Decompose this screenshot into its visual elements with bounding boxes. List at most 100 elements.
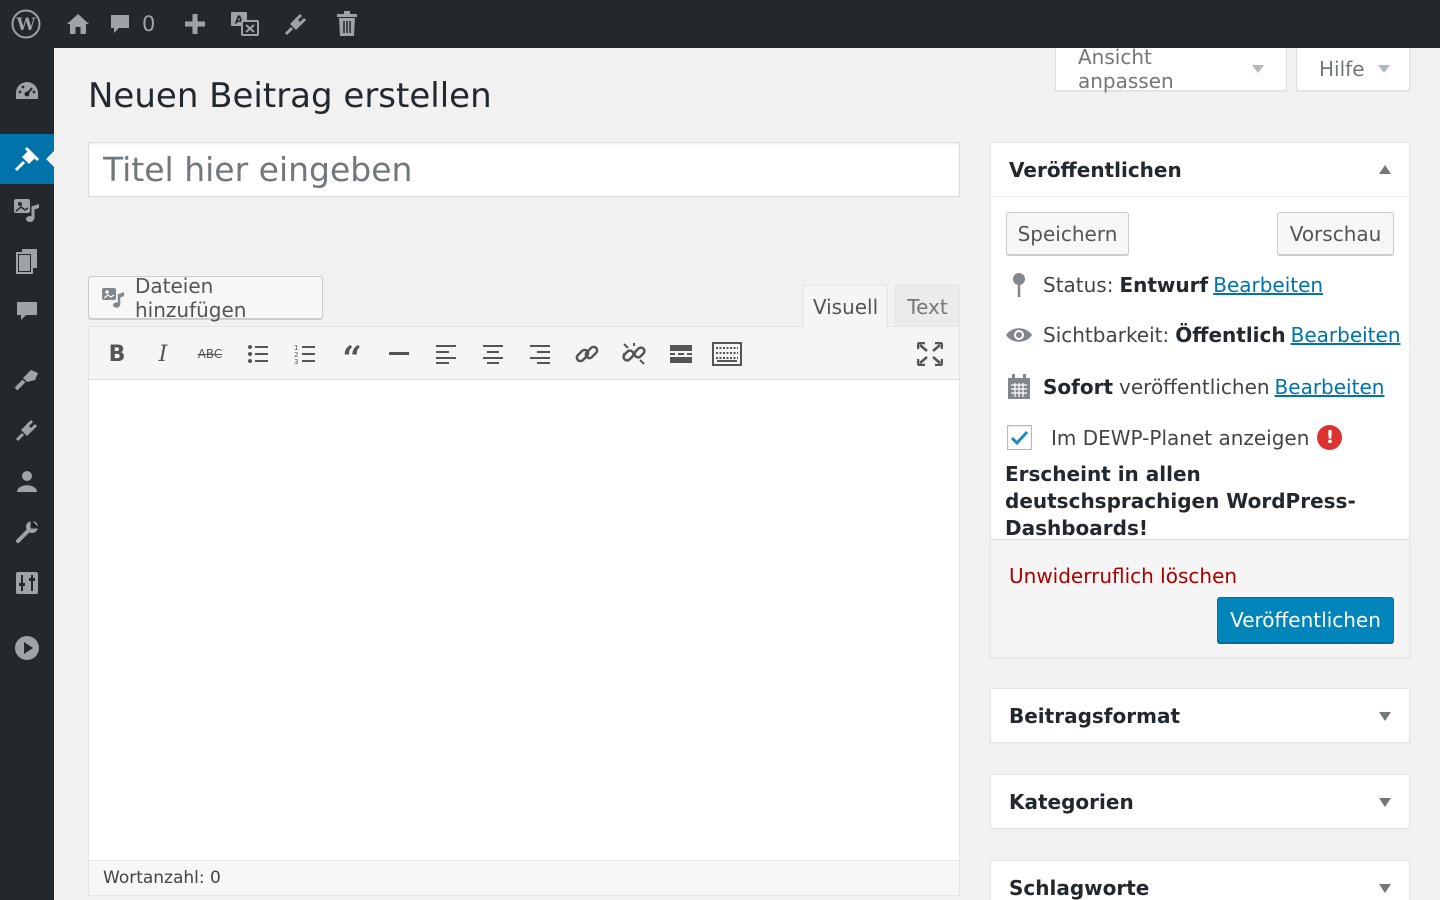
plus-icon[interactable] (180, 0, 210, 48)
chevron-up-icon (1379, 165, 1391, 174)
format-box-header[interactable]: Beitragsformat (991, 689, 1409, 743)
fullscreen-icon[interactable] (914, 338, 946, 370)
comments-icon[interactable] (0, 286, 54, 336)
pages-icon[interactable] (0, 236, 54, 286)
tab-text-label: Text (907, 294, 948, 319)
toolbar-toggle-icon[interactable] (711, 338, 743, 370)
wordpress-logo-icon[interactable]: W (4, 0, 48, 48)
publish-button[interactable]: Veröffentlichen (1217, 597, 1394, 643)
warning-icon: ! (1317, 425, 1343, 450)
home-icon[interactable] (62, 0, 94, 48)
schedule-row: Sofort veröffentlichen Bearbeiten (1005, 374, 1384, 400)
screen-options-tab[interactable]: Ansicht anpassen (1055, 45, 1287, 93)
tab-text[interactable]: Text (895, 285, 960, 327)
align-center-icon[interactable] (477, 338, 509, 370)
delete-permanently-link[interactable]: Unwiderruflich löschen (1009, 564, 1237, 588)
align-left-icon[interactable] (430, 338, 462, 370)
edit-status-link[interactable]: Bearbeiten (1213, 273, 1323, 297)
save-draft-button[interactable]: Speichern (1006, 212, 1129, 255)
add-media-button[interactable]: Dateien hinzufügen (88, 273, 323, 322)
remove-link-icon[interactable] (618, 338, 650, 370)
status-label: Status: (1043, 273, 1114, 297)
comment-count: 0 (142, 12, 156, 36)
chevron-down-icon (1252, 65, 1264, 73)
screen-options-label: Ansicht anpassen (1078, 45, 1174, 93)
admin-menu (0, 48, 54, 900)
plugins-icon[interactable] (0, 405, 54, 455)
admin-bar: W 0 A (0, 0, 1440, 48)
editor-statusbar: Wortanzahl: 0 (89, 860, 959, 895)
post-title-input[interactable] (88, 142, 960, 197)
tab-visual[interactable]: Visuell (803, 285, 888, 327)
insert-link-icon[interactable] (571, 338, 603, 370)
publish-box-header[interactable]: Veröffentlichen (991, 143, 1409, 197)
checkmark-icon (1010, 430, 1029, 445)
tags-box-title: Schlagworte (1009, 876, 1150, 900)
add-media-label: Dateien hinzufügen (135, 273, 247, 322)
blockquote-icon[interactable]: “ (336, 338, 368, 379)
edit-schedule-link[interactable]: Bearbeiten (1275, 375, 1385, 399)
horizontal-line-icon[interactable] (383, 338, 415, 370)
play-icon[interactable] (0, 623, 54, 673)
pin-icon (1005, 272, 1033, 298)
preview-button[interactable]: Vorschau (1277, 212, 1394, 255)
format-box-title: Beitragsformat (1009, 704, 1181, 728)
eye-icon (1005, 326, 1033, 344)
users-icon[interactable] (0, 456, 54, 506)
bold-icon[interactable]: B (101, 338, 133, 370)
align-right-icon[interactable] (524, 338, 556, 370)
planet-checkbox-label: Im DEWP-Planet anzeigen (1051, 425, 1310, 450)
chevron-down-icon (1379, 711, 1391, 721)
edit-visibility-link[interactable]: Bearbeiten (1291, 323, 1401, 347)
calendar-icon (1005, 374, 1033, 400)
comments-menu[interactable]: 0 (108, 0, 168, 48)
categories-box-header[interactable]: Kategorien (991, 775, 1409, 829)
chevron-down-icon (1379, 883, 1391, 893)
planet-checkbox[interactable] (1007, 425, 1032, 450)
chevron-down-icon (1379, 797, 1391, 807)
chevron-down-icon (1377, 65, 1390, 73)
tab-visual-label: Visuell (812, 294, 879, 319)
read-more-icon[interactable] (665, 338, 697, 370)
major-publishing-actions: Unwiderruflich löschen Veröffentlichen (991, 539, 1409, 657)
media-icon[interactable] (0, 186, 54, 236)
tools-icon[interactable] (0, 507, 54, 557)
svg-text:W: W (15, 15, 36, 35)
dashboard-icon[interactable] (0, 66, 54, 116)
format-box: Beitragsformat (990, 688, 1410, 743)
publish-box: Veröffentlichen Speichern Vorschau Statu… (990, 142, 1410, 658)
editor-toolbar: B I ABC 123 “ (89, 327, 959, 380)
media-icon (101, 287, 125, 309)
status-row: Status: Entwurf Bearbeiten (1005, 272, 1323, 298)
settings-icon[interactable] (0, 558, 54, 608)
schedule-strong: Sofort (1043, 375, 1114, 399)
categories-box-title: Kategorien (1009, 790, 1134, 814)
translate-icon[interactable]: A (228, 0, 262, 48)
pin-icon[interactable] (0, 134, 54, 184)
visibility-row: Sichtbarkeit: Öffentlich Bearbeiten (1005, 323, 1401, 347)
comment-icon (108, 12, 132, 36)
visibility-label: Sichtbarkeit: (1043, 323, 1170, 347)
categories-box: Kategorien (990, 774, 1410, 829)
word-count: Wortanzahl: 0 (103, 868, 221, 888)
tags-box: Schlagworte (990, 860, 1410, 900)
plugin-icon[interactable] (280, 0, 312, 48)
help-label: Hilfe (1319, 57, 1365, 81)
visibility-value: Öffentlich (1175, 323, 1286, 347)
appearance-icon[interactable] (0, 353, 54, 403)
publish-box-title: Veröffentlichen (1009, 157, 1182, 182)
svg-text:3: 3 (294, 358, 298, 365)
trash-icon[interactable] (332, 0, 362, 48)
save-draft-label: Speichern (1017, 221, 1118, 246)
strikethrough-icon[interactable]: ABC (194, 338, 226, 370)
preview-label: Vorschau (1289, 221, 1382, 246)
status-value: Entwurf (1119, 273, 1209, 297)
planet-note: Erscheint in allen deutschsprachigen Wor… (1005, 462, 1356, 540)
help-tab[interactable]: Hilfe (1296, 48, 1410, 91)
bulleted-list-icon[interactable] (242, 338, 274, 370)
italic-icon[interactable]: I (147, 338, 179, 370)
numbered-list-icon[interactable]: 123 (289, 338, 321, 370)
tags-box-header[interactable]: Schlagworte (991, 861, 1409, 900)
page-title: Neuen Beitrag erstellen (88, 76, 492, 116)
publish-label: Veröffentlichen (1230, 608, 1381, 632)
